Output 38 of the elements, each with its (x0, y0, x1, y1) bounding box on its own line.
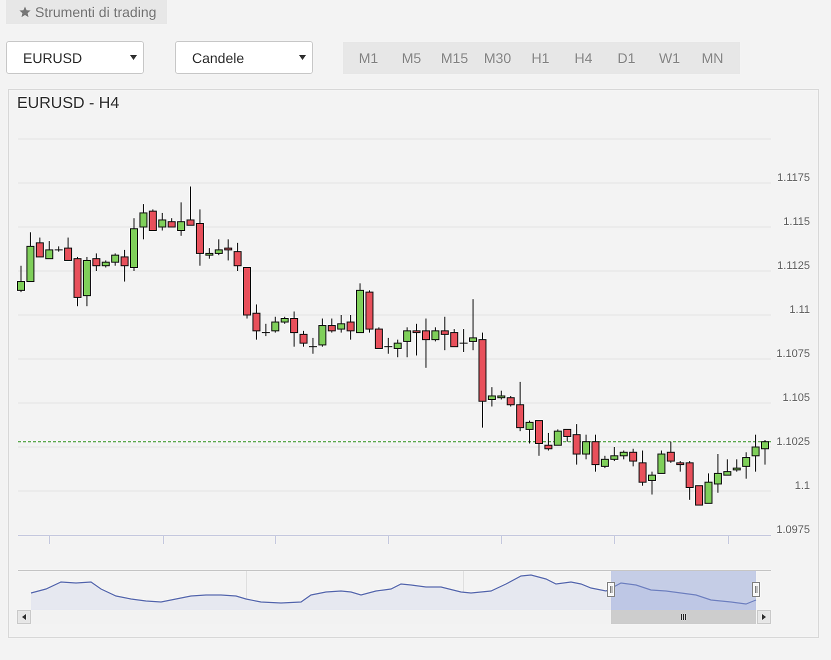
y-axis-label: 1.1075 (776, 348, 810, 360)
y-axis-label: 1.1125 (777, 260, 810, 272)
y-axis-label: 1.0975 (776, 524, 810, 536)
handle-icon[interactable] (607, 582, 615, 597)
handle-icon[interactable] (752, 582, 760, 597)
chart-type-select[interactable]: Candele (175, 41, 313, 74)
candlestick (554, 428, 562, 446)
y-axis-label: 1.105 (782, 392, 810, 404)
timeframe-button[interactable]: M30 (476, 42, 519, 74)
scrollbar-thumb[interactable] (611, 610, 756, 624)
y-axis-label: 1.1025 (776, 436, 810, 448)
scroll-left-button[interactable] (17, 610, 31, 624)
chart-title: EURUSD - H4 (16, 94, 120, 114)
timeframe-button[interactable]: M5 (390, 42, 433, 74)
candlestick (657, 450, 666, 474)
timeframe-button[interactable]: M1 (347, 42, 390, 74)
star-icon (19, 6, 31, 18)
select-value: EURUSD (23, 50, 82, 66)
timeframe-button[interactable]: M15 (433, 42, 476, 74)
y-axis-label: 1.11 (789, 304, 810, 316)
timeframe-button[interactable]: H4 (562, 42, 605, 74)
timeframe-button[interactable]: D1 (605, 42, 648, 74)
timeframe-button[interactable]: MN (691, 42, 734, 74)
timeframe-button[interactable]: H1 (519, 42, 562, 74)
candlestick (224, 238, 232, 261)
caret-icon (130, 55, 137, 60)
y-axis-label: 1.1 (794, 480, 810, 492)
candlestick (337, 314, 346, 334)
candlestick (384, 337, 393, 354)
scroll-right-button[interactable] (757, 610, 771, 624)
select-value: Candele (192, 50, 244, 66)
tab-label: Strumenti di trading (35, 4, 156, 20)
caret-icon (299, 55, 306, 60)
y-axis-label: 1.1175 (777, 172, 810, 184)
symbol-select[interactable]: EURUSD (6, 41, 144, 74)
trading-tools-tab[interactable]: Strumenti di trading (6, 0, 168, 24)
timeframe-button[interactable]: W1 (648, 42, 691, 74)
y-axis-label: 1.115 (783, 216, 810, 228)
